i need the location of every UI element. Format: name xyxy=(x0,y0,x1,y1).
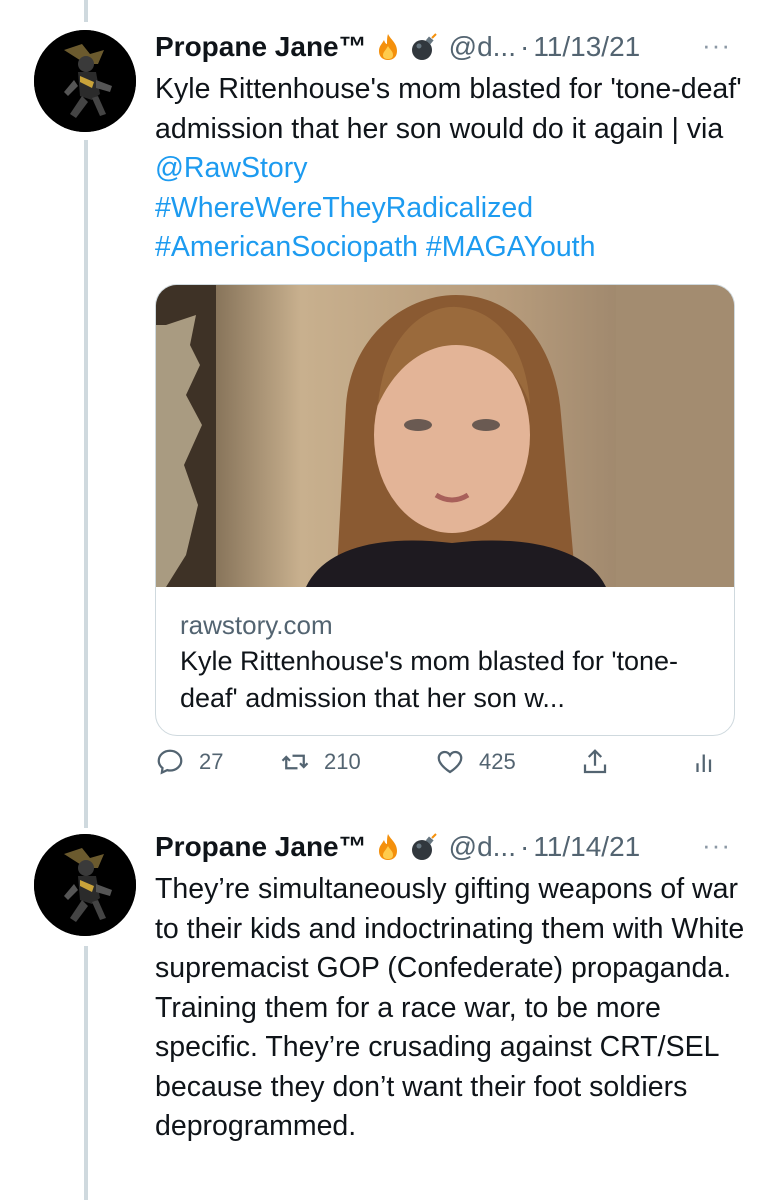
analytics-button[interactable] xyxy=(690,747,730,777)
tweet-header: Propane Jane™ @d... · 11/13/21 xyxy=(155,24,745,70)
tweet-text: Kyle Rittenhouse's mom blasted for 'tone… xyxy=(155,70,745,268)
mention-link[interactable]: @RawStory xyxy=(155,152,307,184)
avatar[interactable] xyxy=(34,834,136,936)
like-button[interactable]: 425 xyxy=(435,747,580,777)
fire-emoji xyxy=(378,34,397,60)
hashtag-link[interactable]: #MAGAYouth xyxy=(426,231,596,263)
avatar-image xyxy=(34,834,136,936)
heart-icon xyxy=(437,750,463,774)
fire-emoji xyxy=(378,834,397,860)
handle[interactable]: @d... xyxy=(449,31,516,63)
tweet-header: Propane Jane™ @d... · 11/14/21 xyxy=(155,824,745,870)
card-domain: rawstory.com xyxy=(180,609,333,640)
reply-count: 27 xyxy=(199,749,224,774)
retweet-icon xyxy=(281,754,309,770)
card-image xyxy=(156,284,734,587)
tweet[interactable]: Propane Jane™ @d... · 11/14/21 ··· They’… xyxy=(0,820,767,1200)
reply-button[interactable]: 27 xyxy=(155,747,280,777)
display-name[interactable]: Propane Jane™ xyxy=(155,831,367,863)
hashtag-link[interactable]: #WhereWereTheyRadicalized xyxy=(155,192,533,224)
more-options-icon[interactable]: ··· xyxy=(702,830,731,861)
hashtag-link[interactable]: #AmericanSociopath xyxy=(155,231,418,263)
separator-dot: · xyxy=(519,31,530,62)
more-options-icon[interactable]: ··· xyxy=(702,30,731,61)
analytics-icon xyxy=(696,754,712,772)
handle[interactable]: @d... xyxy=(449,831,516,863)
tweet-text: They’re simultaneously gifting weapons o… xyxy=(155,873,745,1142)
link-card[interactable]: rawstory.com Kyle Rittenhouse's mom blas… xyxy=(155,283,735,736)
bomb-emoji xyxy=(411,33,437,60)
tweet-date[interactable]: 11/14/21 xyxy=(533,831,640,863)
tweet-text-part: Kyle Rittenhouse's mom blasted for 'tone… xyxy=(155,73,742,145)
card-title: Kyle Rittenhouse's mom blasted for 'tone… xyxy=(180,645,679,713)
tweet-date[interactable]: 11/13/21 xyxy=(533,31,640,63)
reply-icon xyxy=(157,749,183,775)
share-icon xyxy=(583,749,607,774)
like-count: 425 xyxy=(479,749,516,774)
bomb-emoji xyxy=(411,833,437,860)
separator-dot: · xyxy=(519,831,530,862)
tweet[interactable]: Propane Jane™ @d... · 11/13/21 ··· Kyle … xyxy=(0,0,767,820)
avatar-image xyxy=(34,30,136,132)
retweet-count: 210 xyxy=(324,749,361,774)
tweet-actions: 27 210 425 xyxy=(155,742,745,782)
retweet-button[interactable]: 210 xyxy=(280,747,435,777)
avatar[interactable] xyxy=(34,30,136,132)
share-button[interactable] xyxy=(580,747,690,777)
display-name[interactable]: Propane Jane™ xyxy=(155,31,367,63)
